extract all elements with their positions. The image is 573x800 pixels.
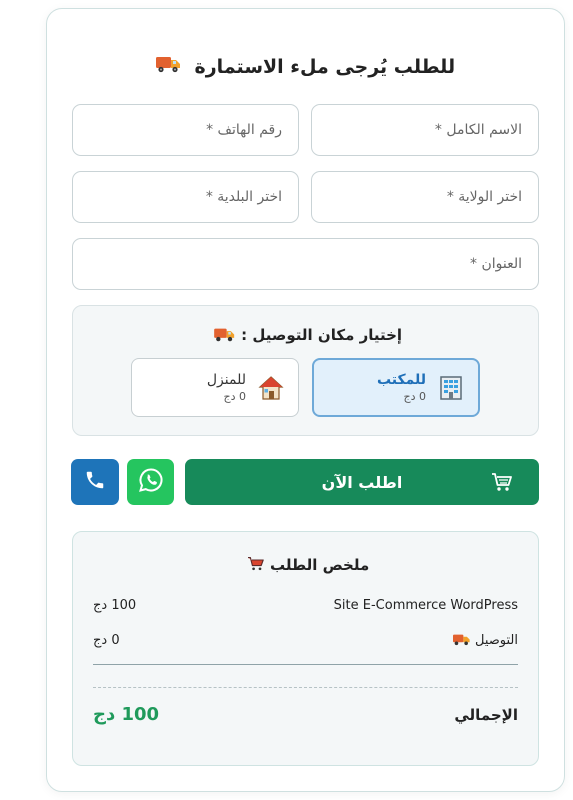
order-summary-section: ملخص الطلب 100 دج Site E-Commerce WordPr… [72, 531, 539, 766]
phone-icon [84, 469, 106, 495]
order-now-label: اطلب الآن [321, 472, 403, 492]
whatsapp-button[interactable] [127, 459, 174, 505]
home-option-price: 0 دج [223, 390, 247, 403]
commune-placeholder: اختر البلدية * [205, 189, 282, 205]
shipping-price: 0 دج [93, 633, 120, 648]
whatsapp-icon [138, 467, 164, 497]
delivery-location-section: إختيار مكان التوصيل : للمكتب 0 دج للمنزل… [72, 305, 539, 436]
phone-call-button[interactable] [71, 459, 119, 505]
wilaya-select[interactable]: اختر الولاية * [311, 171, 539, 223]
product-price: 100 دج [93, 598, 137, 613]
summary-dashed-divider [93, 687, 518, 688]
delivery-truck-icon [155, 55, 182, 78]
form-title-text: للطلب يُرجى ملء الاستمارة [194, 56, 456, 78]
summary-total-row: 100 دج الإجمالي [93, 704, 518, 725]
summary-shipping-row: 0 دج التوصيل [93, 633, 518, 650]
office-option-price: 0 دج [403, 390, 427, 403]
summary-title-text: ملخص الطلب [269, 556, 370, 574]
office-option-label: للمكتب [376, 372, 426, 388]
order-now-button[interactable]: اطلب الآن [185, 459, 539, 505]
summary-product-row: 100 دج Site E-Commerce WordPress [93, 598, 518, 613]
address-placeholder: العنوان * [470, 256, 522, 272]
commune-select[interactable]: اختر البلدية * [72, 171, 299, 223]
shipping-label: التوصيل [474, 633, 518, 648]
delivery-title: إختيار مكان التوصيل : [73, 326, 538, 346]
delivery-option-home[interactable]: للمنزل 0 دج [131, 358, 299, 417]
summary-divider [93, 664, 518, 665]
delivery-option-office[interactable]: للمكتب 0 دج [312, 358, 480, 417]
phone-field[interactable]: رقم الهاتف * [72, 104, 299, 156]
address-field[interactable]: العنوان * [72, 238, 539, 290]
home-option-label: للمنزل [206, 372, 246, 388]
shopping-cart-icon [491, 471, 513, 493]
full-name-field[interactable]: الاسم الكامل * [311, 104, 539, 156]
shopping-cart-icon [247, 556, 265, 576]
total-value: 100 دج [93, 704, 160, 725]
delivery-title-text: إختيار مكان التوصيل : [241, 326, 403, 344]
office-building-icon [438, 375, 464, 401]
shipping-label-wrap: التوصيل [448, 633, 518, 650]
product-name: Site E-Commerce WordPress [333, 598, 518, 613]
house-icon [258, 375, 284, 401]
phone-placeholder: رقم الهاتف * [206, 122, 282, 138]
delivery-truck-icon [452, 633, 471, 650]
summary-title: ملخص الطلب [73, 556, 538, 576]
form-title: للطلب يُرجى ملء الاستمارة [47, 55, 564, 78]
full-name-placeholder: الاسم الكامل * [434, 122, 522, 138]
total-label: الإجمالي [454, 705, 518, 724]
delivery-truck-icon [214, 327, 236, 346]
wilaya-placeholder: اختر الولاية * [446, 189, 522, 205]
